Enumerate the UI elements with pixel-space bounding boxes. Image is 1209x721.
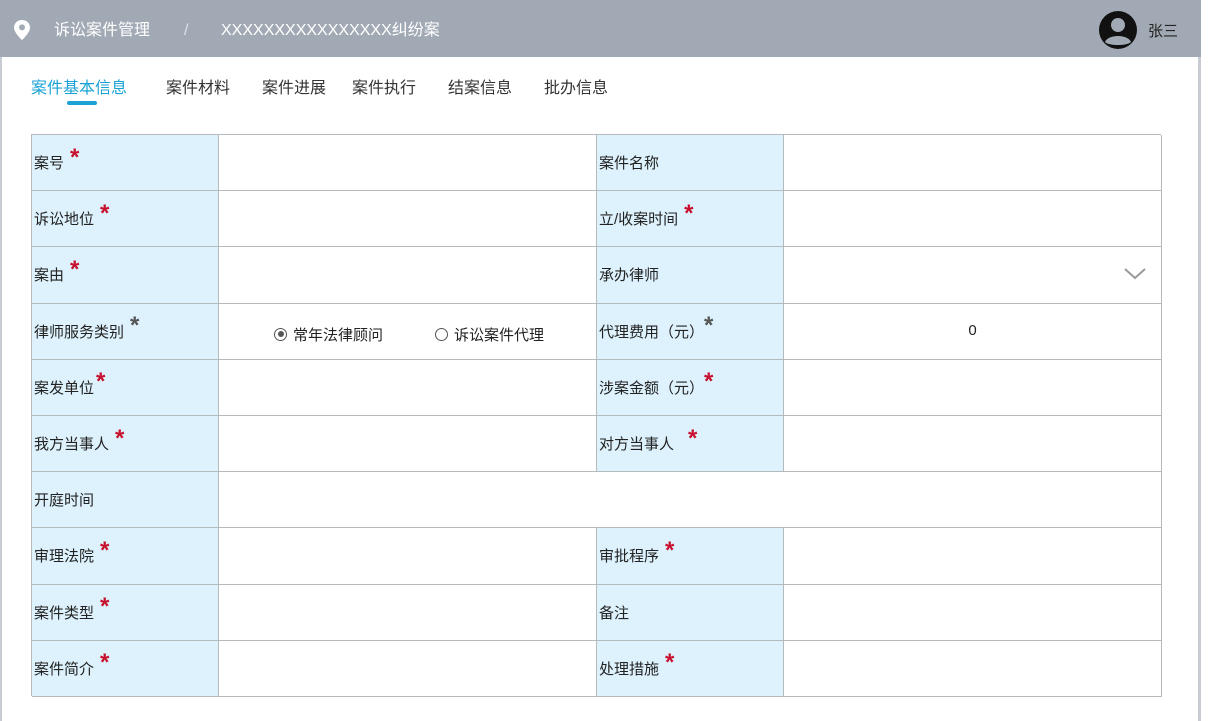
required-star: *: [100, 593, 110, 621]
required-star: *: [100, 649, 110, 677]
user-name[interactable]: 张三: [1148, 23, 1178, 41]
agency-fee-field[interactable]: 0: [784, 303, 1162, 360]
hearing-time-field[interactable]: [219, 472, 1162, 529]
breadcrumb-current-case: XXXXXXXXXXXXXXXX纠纷案: [221, 22, 440, 39]
case-summary-label: 案件简介 *: [32, 640, 219, 697]
radio-unchecked-icon[interactable]: [435, 327, 449, 341]
origin-unit-field[interactable]: [219, 359, 597, 416]
required-star: *: [115, 424, 125, 452]
amount-involved-label: 涉案金额（元） *: [597, 359, 784, 416]
required-star: *: [130, 312, 140, 340]
remark-field[interactable]: [784, 584, 1162, 641]
required-star: *: [704, 312, 714, 340]
tab-case-materials[interactable]: 案件材料: [166, 79, 230, 99]
court-label: 审理法院 *: [32, 528, 219, 585]
chevron-down-icon[interactable]: [1123, 267, 1147, 281]
window-frame-right: [1198, 0, 1201, 721]
hearing-time-label: 开庭时间: [32, 472, 219, 529]
agency-fee-label: 代理费用（元） *: [597, 303, 784, 360]
origin-unit-label: 案发单位 *: [32, 359, 219, 416]
amount-involved-field[interactable]: [784, 359, 1162, 416]
location-pin-icon: [14, 20, 30, 40]
required-star: *: [100, 536, 110, 564]
required-star: *: [70, 255, 80, 283]
required-star: *: [100, 199, 110, 227]
opposing-party-field[interactable]: [784, 415, 1162, 473]
service-type-radio-group: 常年法律顾问 诉讼案件代理: [274, 324, 596, 345]
required-star: *: [70, 143, 80, 171]
filing-time-field[interactable]: [784, 191, 1162, 248]
measures-field[interactable]: [784, 640, 1162, 697]
required-star: *: [704, 368, 714, 396]
case-summary-field[interactable]: [219, 640, 597, 697]
tab-case-progress[interactable]: 案件进展: [262, 79, 326, 99]
radio-retainer-counsel[interactable]: 常年法律顾问: [274, 324, 383, 345]
cause-field[interactable]: [219, 247, 597, 304]
opposing-party-label: 对方当事人 *: [597, 415, 784, 473]
litigation-status-field[interactable]: [219, 191, 597, 248]
case-no-label: 案号 *: [32, 135, 219, 192]
court-field[interactable]: [219, 528, 597, 585]
our-party-field[interactable]: [219, 415, 597, 473]
case-name-label: 案件名称: [597, 135, 784, 192]
tab-basic-info[interactable]: 案件基本信息: [31, 79, 127, 99]
tab-approval-info[interactable]: 批办信息: [544, 79, 608, 99]
required-star: *: [665, 536, 675, 564]
case-no-field[interactable]: [219, 135, 597, 192]
case-type-field[interactable]: [219, 584, 597, 641]
top-header: 诉讼案件管理 / XXXXXXXXXXXXXXXX纠纷案 张三: [0, 0, 1201, 57]
required-star: *: [96, 368, 106, 396]
our-party-label: 我方当事人 *: [32, 415, 219, 473]
measures-label: 处理措施 *: [597, 640, 784, 697]
filing-time-label: 立/收案时间 *: [597, 191, 784, 248]
user-avatar-icon[interactable]: [1098, 10, 1138, 50]
service-type-label: 律师服务类别 *: [32, 303, 219, 360]
remark-label: 备注: [597, 584, 784, 641]
radio-checked-icon[interactable]: [274, 327, 287, 341]
breadcrumb-root[interactable]: 诉讼案件管理: [54, 21, 150, 41]
breadcrumb-separator: /: [184, 22, 189, 39]
tab-case-execution[interactable]: 案件执行: [352, 79, 416, 99]
window-frame-left: [0, 0, 2, 721]
active-tab-indicator: [67, 101, 97, 105]
required-star: *: [665, 649, 675, 677]
tab-closing-info[interactable]: 结案信息: [448, 79, 512, 99]
approval-procedure-label: 审批程序 *: [597, 528, 784, 585]
required-star: *: [684, 199, 694, 227]
case-info-form: 案号 * 案件名称 诉讼地位 * 立/收案时间 * 案由 * 承办律师 律师服务类别 * …: [31, 134, 1162, 697]
lawyer-label: 承办律师: [597, 247, 784, 304]
cause-label: 案由 *: [32, 247, 219, 304]
litigation-status-label: 诉讼地位 *: [32, 191, 219, 248]
required-star: *: [688, 424, 698, 452]
case-name-field[interactable]: [784, 135, 1162, 192]
service-type-field: 常年法律顾问 诉讼案件代理: [219, 303, 597, 360]
case-type-label: 案件类型 *: [32, 584, 219, 641]
radio-litigation-agency[interactable]: 诉讼案件代理: [435, 324, 544, 345]
lawyer-select[interactable]: [784, 247, 1162, 304]
approval-procedure-field[interactable]: [784, 528, 1162, 585]
